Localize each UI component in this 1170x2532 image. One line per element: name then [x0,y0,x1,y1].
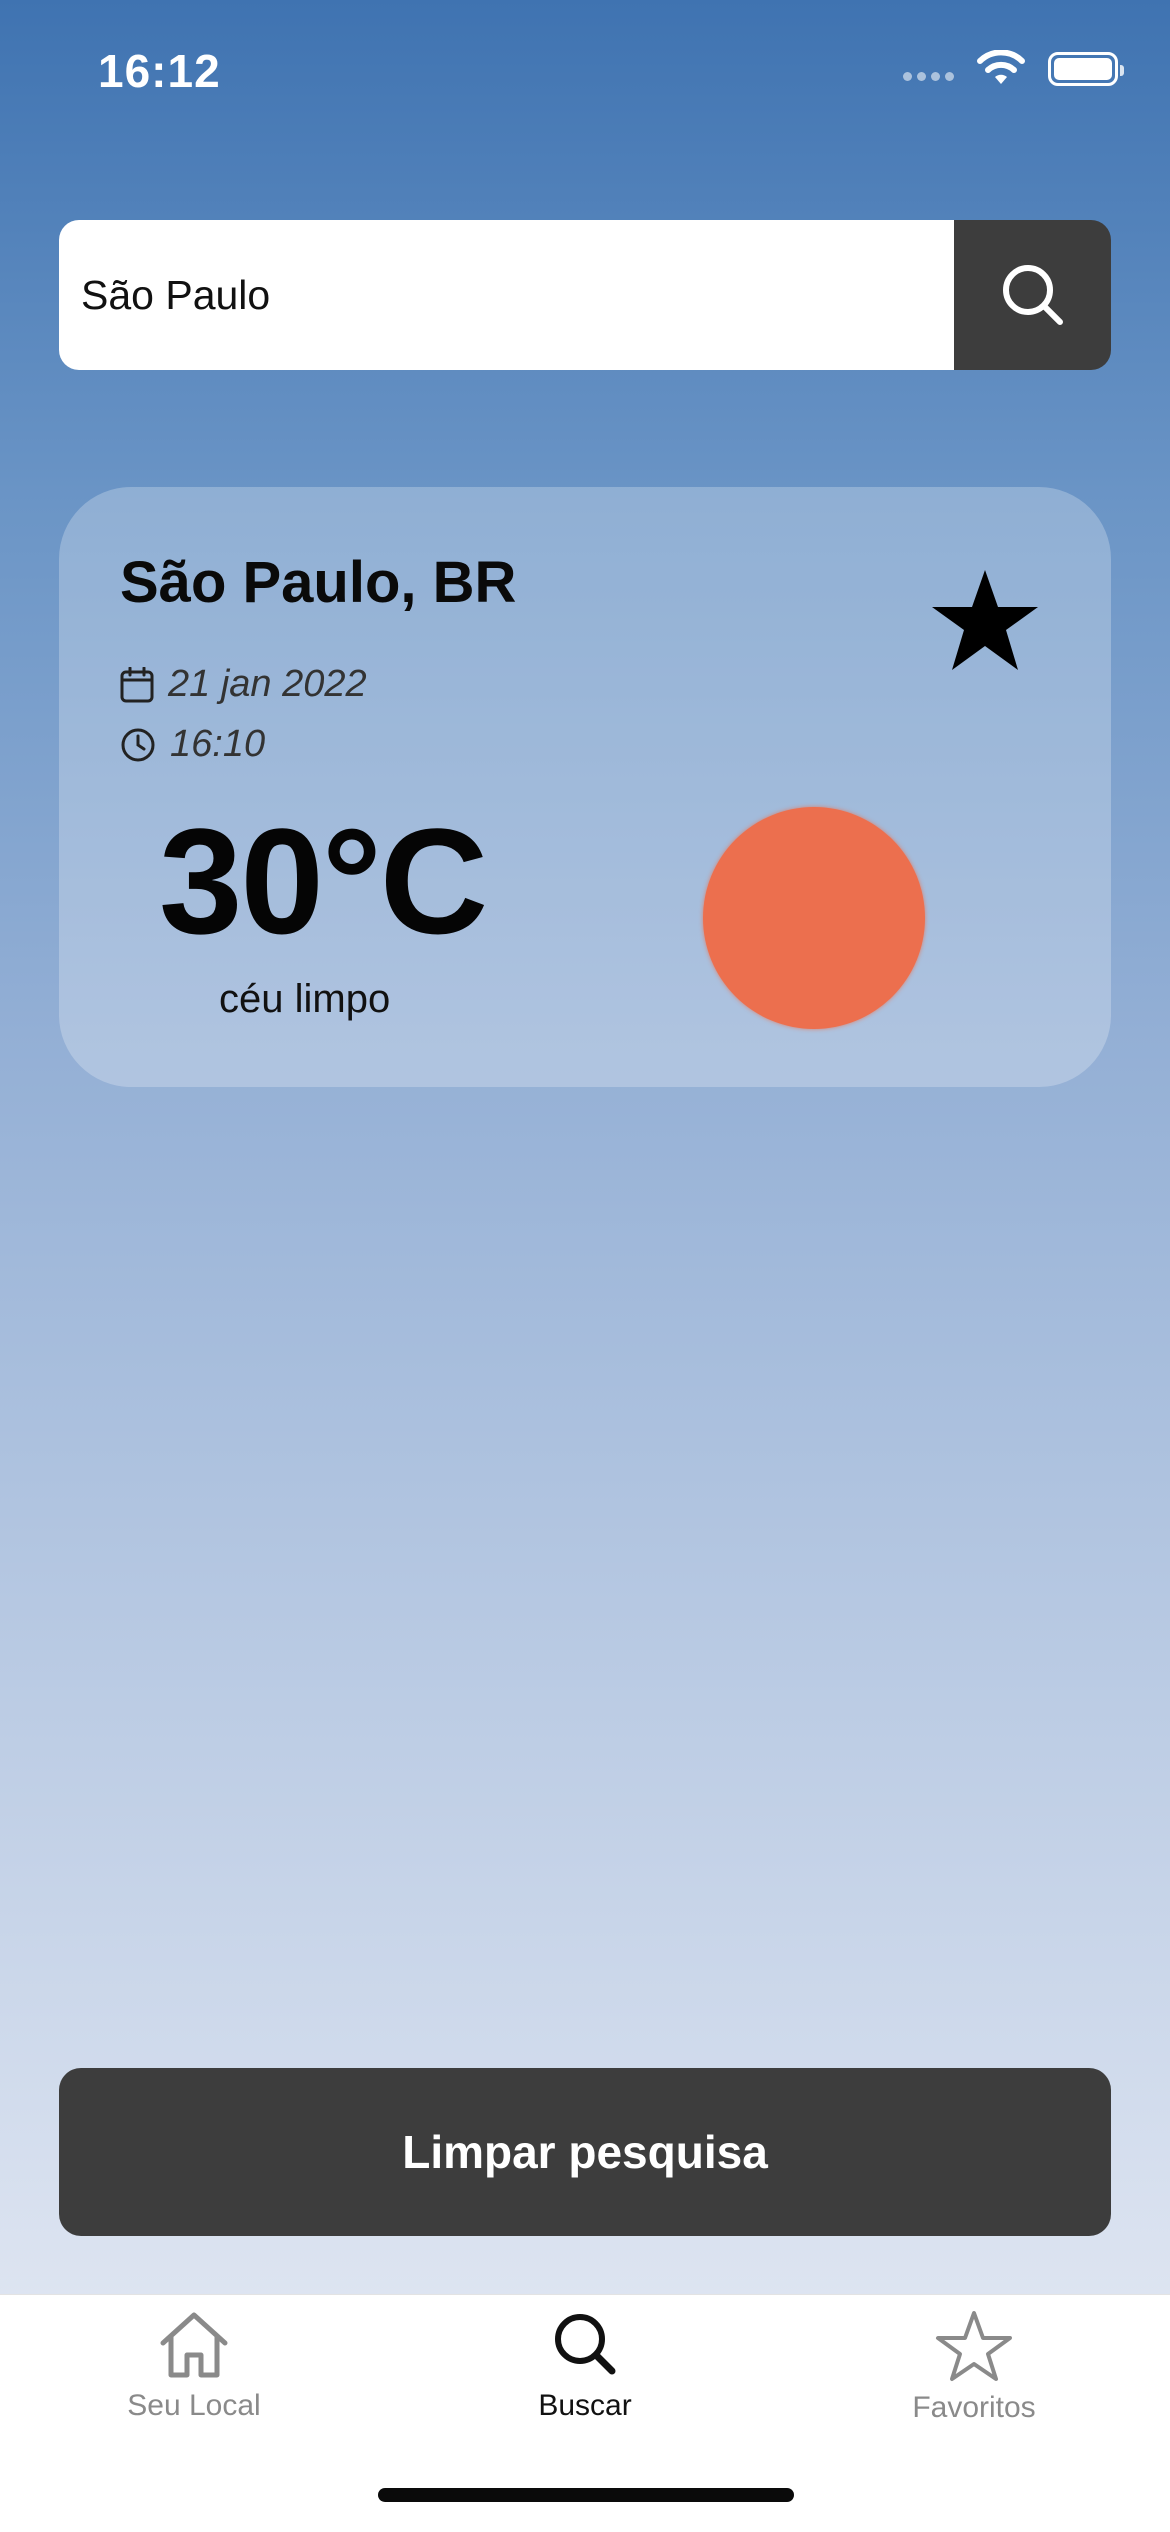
search-icon [1002,265,1063,325]
home-icon [160,2312,228,2378]
battery-icon [1048,52,1124,86]
city-name: São Paulo, BR [120,550,517,615]
tab-favoritos[interactable]: Favoritos [824,2309,1124,2459]
tab-buscar[interactable]: Buscar [435,2309,735,2459]
tab-label: Seu Local [127,2389,261,2422]
clock-icon [121,728,155,761]
search-button[interactable] [954,220,1111,370]
search-icon [555,2314,616,2375]
time-text: 16:10 [170,723,266,765]
date-text: 21 jan 2022 [168,663,367,705]
status-icons [903,50,1124,88]
star-outline-icon [936,2311,1012,2381]
tab-label: Favoritos [912,2391,1036,2424]
status-time: 16:12 [98,45,221,97]
search-bar [59,220,1111,370]
temperature: 30°C [159,797,488,965]
calendar-icon [120,666,154,702]
tab-label: Buscar [538,2389,632,2422]
sun-icon [703,807,925,1029]
wifi-icon [977,50,1025,84]
weather-card: São Paulo, BR 21 jan 2022 16:10 30°C céu… [59,487,1111,1087]
search-input[interactable] [59,220,954,370]
app-background: 16:12 São Paulo, BR [0,0,1170,2294]
weather-condition: céu limpo [219,977,391,1021]
tab-seu-local[interactable]: Seu Local [44,2309,344,2459]
home-indicator [378,2488,794,2502]
time-row: 16:10 [120,723,265,766]
clear-search-button[interactable]: Limpar pesquisa [59,2068,1111,2236]
date-row: 21 jan 2022 [120,663,367,706]
signal-icon [903,71,954,81]
favorite-star-icon[interactable] [925,562,1045,682]
